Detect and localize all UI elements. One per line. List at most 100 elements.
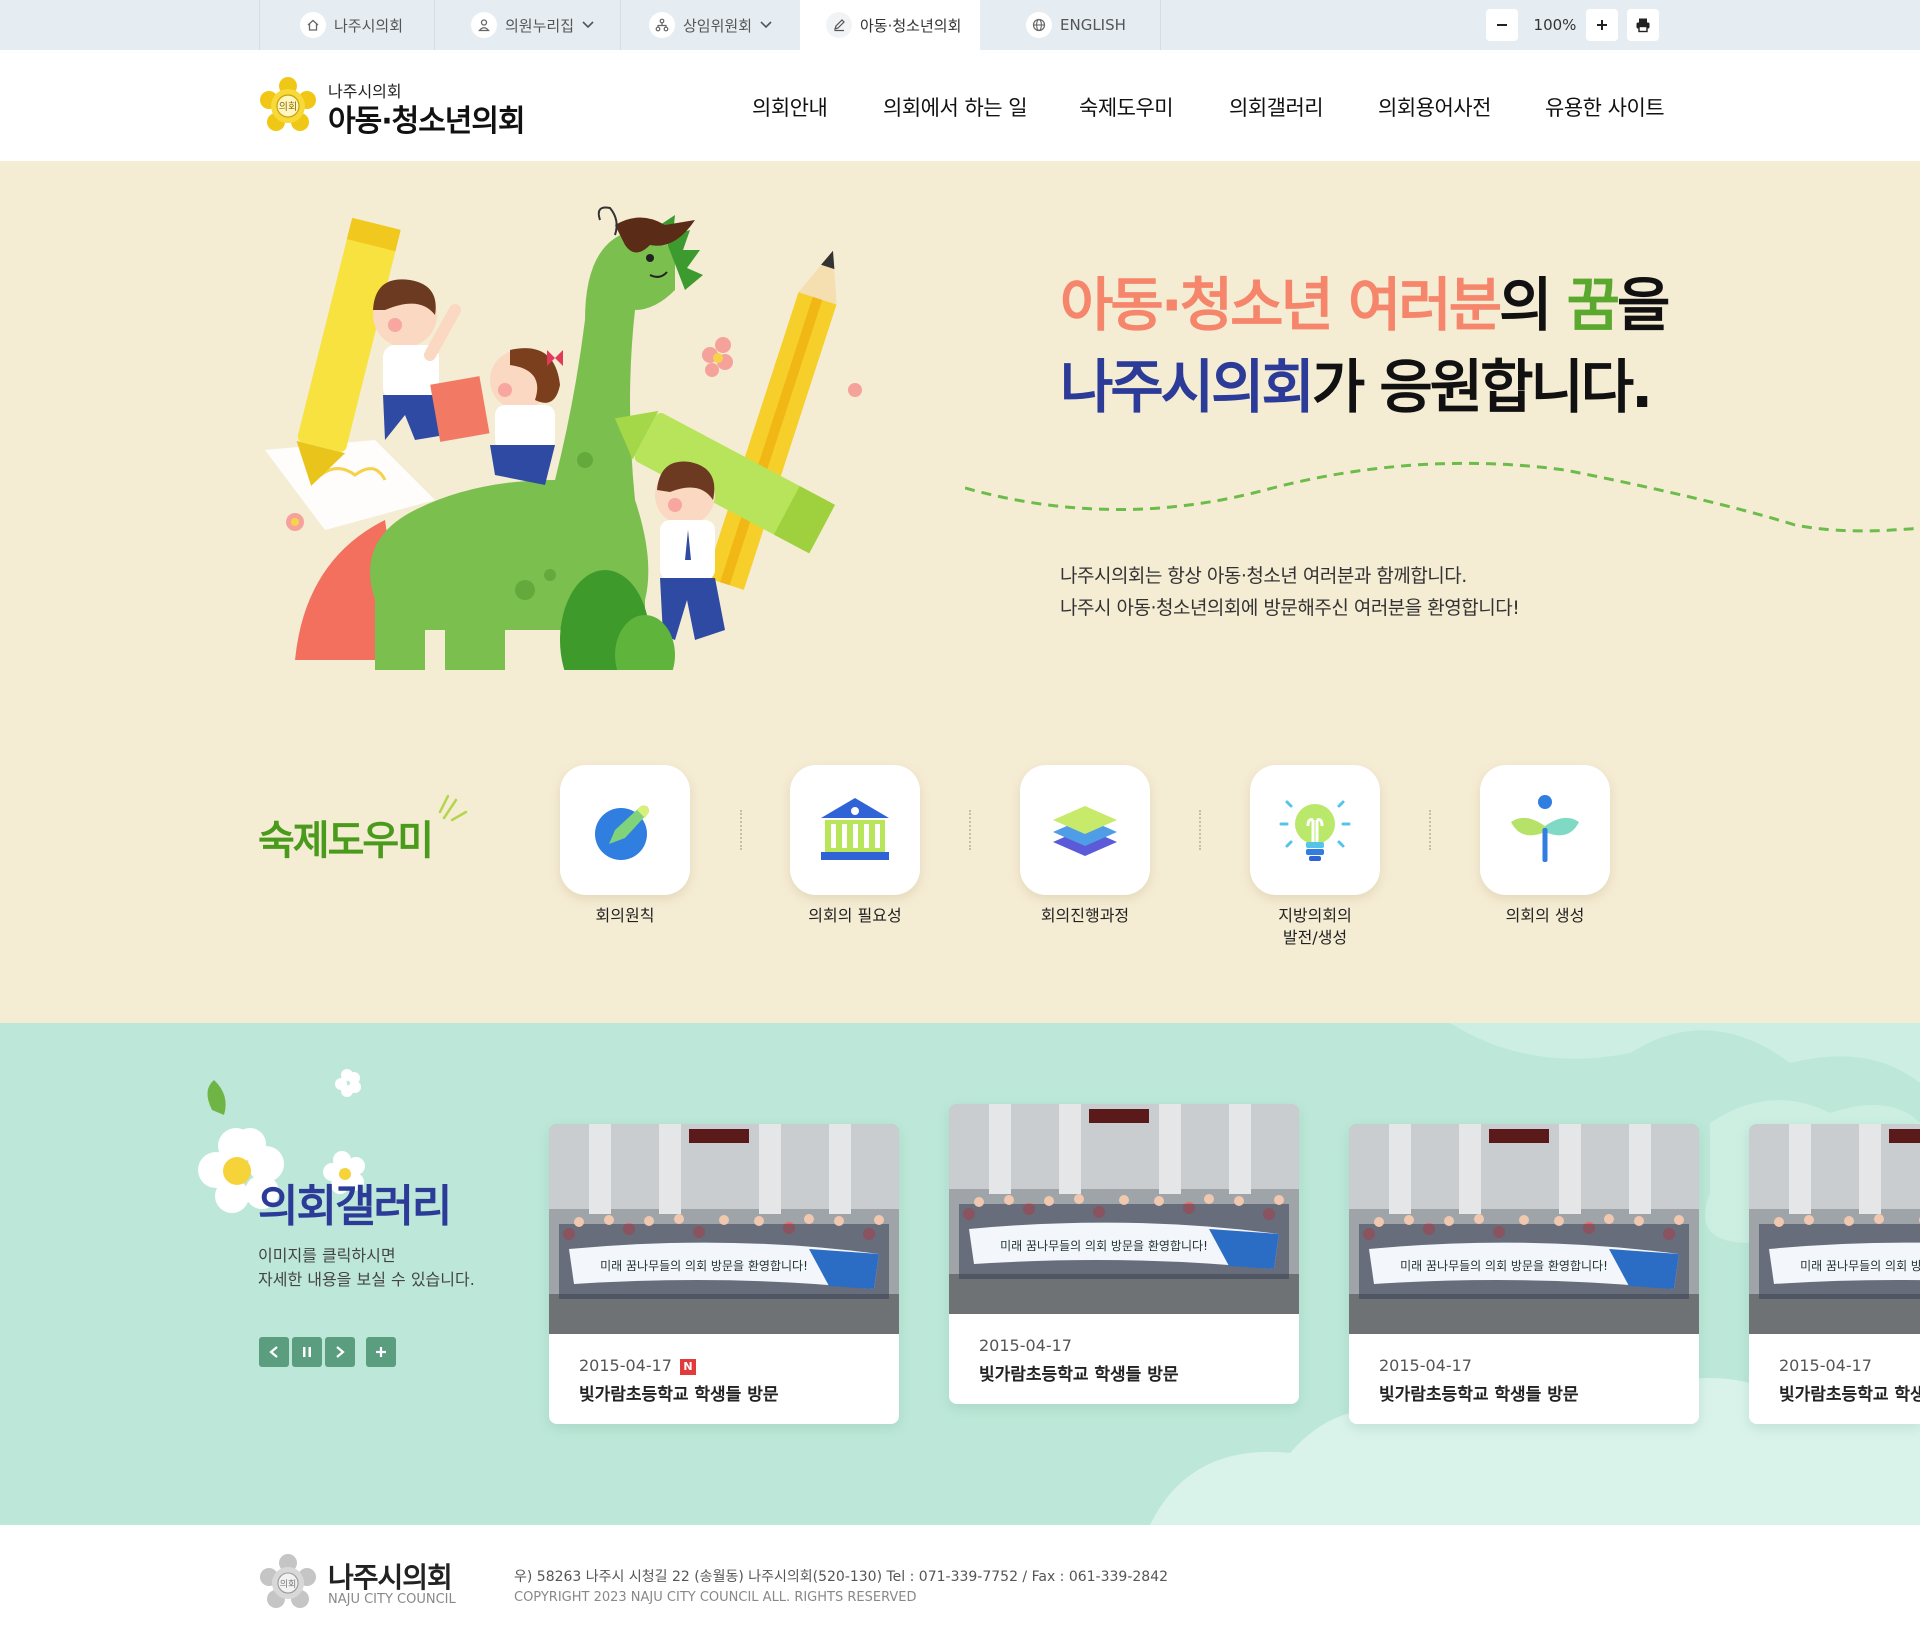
gallery-card[interactable]: 미래 꿈나무들의 의회 방문을 환영합니다! 2015-04-17 빛가람초등학… [1749,1124,1920,1424]
sparkle-icon [438,794,468,822]
hero-text: 의 [1499,271,1567,339]
zoom-out-button[interactable] [1486,9,1518,41]
gallery-photo: 미래 꿈나무들의 의회 방문을 환영합니다! [549,1124,899,1334]
svg-text:미래 꿈나무들의 의회 방문을 환영합니다!: 미래 꿈나무들의 의회 방문을 환영합니다! [600,1259,808,1273]
footer-council-name: 나주시의회 [328,1561,453,1594]
next-button[interactable] [325,1337,355,1367]
gallery-card[interactable]: 미래 꿈나무들의 의회 방문을 환영합니다! 2015-04-17 N 빛가람초등… [549,1124,899,1424]
prev-button[interactable] [259,1337,289,1367]
nav-item-council-info[interactable]: 의회안내 [752,92,828,122]
gallery-title-text: 빛가람초등학교 학생들 방문 [1379,1385,1579,1405]
print-icon [1636,18,1650,33]
zoom-in-button[interactable] [1586,9,1618,41]
prev-icon [269,1346,278,1358]
chevron-down-icon [760,18,772,32]
util-link-english[interactable]: ENGLISH [980,0,1160,50]
hero-description: 나주시의회는 항상 아동·청소년 여러분과 함께합니다. 나주시 아동·청소년의… [1060,560,1520,624]
nav-item-gallery[interactable]: 의회갤러리 [1229,92,1324,122]
hero-text-council: 나주시의회 [1060,353,1315,421]
homework-card-formation[interactable] [1480,765,1610,895]
svg-text:의회: 의회 [279,101,297,113]
homework-card-process[interactable] [1020,765,1150,895]
plus-icon [1597,20,1607,30]
hero-desc-line: 나주시 아동·청소년의회에 방문해주신 여러분을 환영합니다! [1060,597,1520,619]
hero-headline-line2: 나주시의회가 응원합니다. [1060,340,1653,424]
util-label: 상임위원회 [683,16,753,35]
nav-item-homework[interactable]: 숙제도우미 [1079,92,1174,122]
kids-dinosaur-illustration [265,206,862,670]
layers-icon [1053,806,1117,856]
util-label: 아동·청소년의회 [860,16,962,35]
util-link-youth-council[interactable]: 아동·청소년의회 [800,0,980,50]
gallery-title-text: 빛가람초등학교 학생들 방문 [1779,1385,1920,1405]
util-label: 의원누리집 [505,16,575,35]
new-badge: N [679,1359,696,1375]
pencil-circle-icon [595,805,649,860]
divider [1199,810,1201,850]
decorative-dashed-line [965,461,1920,533]
lightbulb-icon [1279,800,1351,861]
minus-icon [1497,24,1507,26]
hero-text: 을 [1617,271,1670,339]
footer-council-name-en: NAJU CITY COUNCIL [328,1592,456,1607]
print-button[interactable] [1627,9,1659,41]
util-label: ENGLISH [1060,16,1126,34]
divider [740,810,742,850]
homework-card-necessity[interactable] [790,765,920,895]
nav-item-links[interactable]: 유용한 사이트 [1545,92,1665,122]
homework-label: 지방의회의 발전/생성 [1278,906,1352,947]
gallery-title-text: 빛가람초등학교 학생들 방문 [979,1365,1179,1385]
pencil-icon [826,12,852,38]
homework-card-principles[interactable] [560,765,690,895]
more-button[interactable] [366,1337,396,1367]
nav-item-dictionary[interactable]: 의회용어사전 [1378,92,1491,122]
plus-icon [376,1347,386,1357]
homework-label: 의회의 필요성 [808,906,902,925]
gallery-date: 2015-04-17 [1379,1356,1472,1375]
home-icon [300,12,326,38]
council-emblem-icon: 의회 [260,77,316,131]
svg-text:미래 꿈나무들의 의회 방문을 환영합니다!: 미래 꿈나무들의 의회 방문을 환영합니다! [1400,1259,1608,1273]
zoom-level: 100% [1533,16,1577,34]
hero-desc-line: 나주시의회는 항상 아동·청소년 여러분과 함께합니다. [1060,565,1467,587]
homework-card-development[interactable] [1250,765,1380,895]
hero-text-youth: 아동·청소년 여러분 [1060,271,1502,339]
pause-button[interactable] [292,1337,322,1367]
divider [969,810,971,850]
homework-label: 의회의 생성 [1505,906,1585,925]
divider [1429,810,1431,850]
person-icon [471,12,497,38]
sprout-icon [1511,795,1579,862]
hero-text-dream: 꿈 [1566,271,1620,339]
gallery-desc-line: 자세한 내용을 보실 수 있습니다. [258,1270,475,1289]
util-label: 나주시의회 [334,16,404,35]
gallery-date: 2015-04-17 [1779,1356,1872,1375]
org-chart-icon [649,12,675,38]
building-icon [821,798,889,860]
homework-title: 숙제도우미 [258,818,434,864]
logo-title: 아동·청소년의회 [328,104,526,139]
gallery-description: 이미지를 클릭하시면 자세한 내용을 보실 수 있습니다. [258,1244,475,1292]
gallery-date: 2015-04-17 [979,1336,1072,1355]
hero-text: 가 응원합니다. [1311,353,1653,421]
footer-address: 우) 58263 나주시 시청길 22 (송월동) 나주시의회(520-130)… [514,1569,1169,1585]
globe-icon [1026,12,1052,38]
util-link-committees[interactable]: 상임위원회 [620,0,800,50]
footer-copyright: COPYRIGHT 2023 NAJU CITY COUNCIL ALL. RI… [514,1590,917,1605]
nav-item-council-work[interactable]: 의회에서 하는 일 [883,92,1028,122]
util-link-members[interactable]: 의원누리집 [434,0,620,50]
gallery-photo: 미래 꿈나무들의 의회 방문을 환영합니다! [949,1104,1299,1314]
homework-label: 회의진행과정 [1040,906,1130,925]
gallery-card[interactable]: 미래 꿈나무들의 의회 방문을 환영합니다! 2015-04-17 빛가람초등학… [949,1104,1299,1404]
gallery-photo: 미래 꿈나무들의 의회 방문을 환영합니다! [1749,1124,1920,1334]
hero-headline-line1: 아동·청소년 여러분의 꿈을 [1060,258,1670,342]
gallery-title-text: 빛가람초등학교 학생들 방문 [579,1385,779,1405]
svg-text:미래 꿈나무들의 의회 방문을 환영합니다!: 미래 꿈나무들의 의회 방문을 환영합니다! [1800,1259,1920,1273]
gallery-desc-line: 이미지를 클릭하시면 [258,1246,396,1265]
gallery-card[interactable]: 미래 꿈나무들의 의회 방문을 환영합니다! 2015-04-17 빛가람초등학… [1349,1124,1699,1424]
gallery-date: 2015-04-17 N [579,1356,696,1375]
council-emblem-gray-icon: 의회 [260,1554,316,1608]
divider [1160,0,1161,50]
gallery-title: 의회갤러리 [258,1181,452,1232]
chevron-down-icon [582,18,594,32]
